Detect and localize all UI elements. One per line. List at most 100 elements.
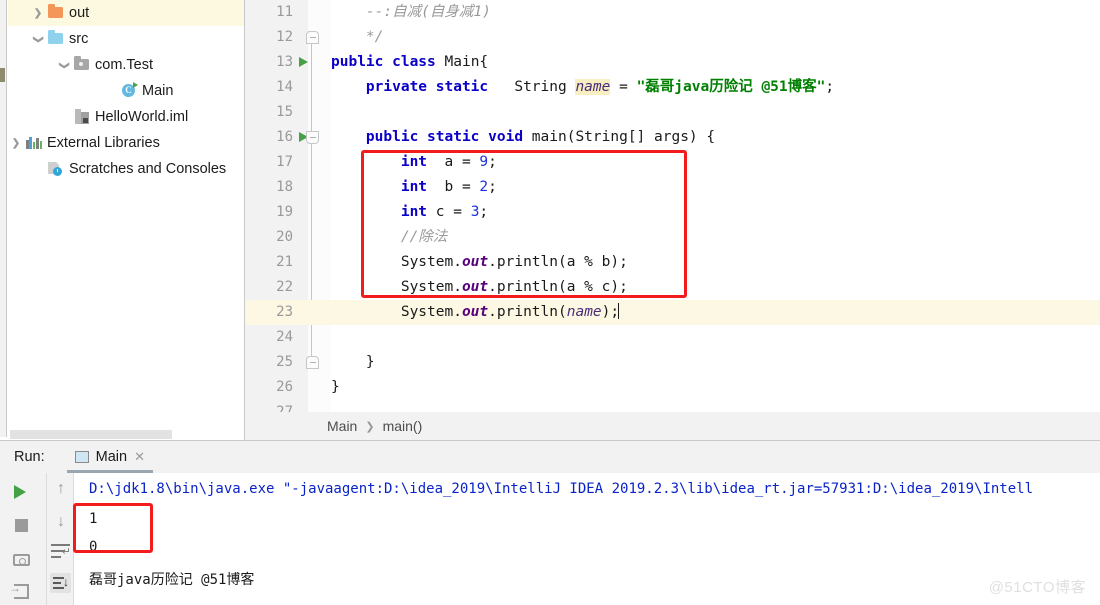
java-class-icon: C: [122, 82, 138, 97]
console-line: 磊哥java历险记 @51博客: [89, 572, 255, 588]
tree-item-external-libraries[interactable]: External Libraries: [8, 130, 244, 156]
code-text: int b = 2;: [331, 179, 497, 195]
scroll-to-end-button[interactable]: [50, 573, 71, 593]
code-text: System.out.println(a % b);: [331, 254, 628, 270]
code-text: }: [331, 354, 375, 370]
idea-window: out src com.Test C Main HelloWorld.iml Externa…: [0, 0, 1100, 605]
code-fold-toggle[interactable]: [306, 131, 319, 144]
code-text: */: [331, 29, 384, 45]
console-line: D:\jdk1.8\bin\java.exe "-javaagent:D:\id…: [89, 481, 1034, 497]
run-tool-window: Run: Main ✕ ↑ ↓: [0, 440, 1100, 605]
run-actions-sidebar: [0, 473, 47, 605]
line-number: 25: [276, 354, 293, 370]
scroll-down-button[interactable]: ↓: [52, 511, 70, 533]
line-number: 11: [276, 4, 293, 20]
run-gutter-icon[interactable]: [299, 57, 308, 67]
tree-item-main[interactable]: C Main: [8, 78, 244, 104]
import-button[interactable]: [9, 579, 35, 603]
editor-line-17[interactable]: 17 int a = 9;: [245, 150, 1100, 175]
editor-line-23[interactable]: 23 System.out.println(name);: [245, 300, 1100, 325]
console-line: 0: [89, 539, 98, 555]
code-fold-toggle[interactable]: [306, 356, 319, 369]
editor-line-21[interactable]: 21 System.out.println(a % b);: [245, 250, 1100, 275]
editor-line-11[interactable]: 11 --:自减(自身减1): [245, 0, 1100, 25]
screenshot-button[interactable]: [11, 547, 35, 571]
code-text: private static String name = "磊哥java历险记 …: [331, 79, 835, 95]
run-button[interactable]: [11, 479, 35, 503]
no-arrow-spacer: [103, 78, 119, 104]
chevron-right-icon[interactable]: [8, 130, 24, 156]
console-line: 1: [89, 511, 98, 527]
console-icon: [74, 451, 89, 463]
soft-wrap-button[interactable]: [51, 543, 71, 561]
folder-package-icon: [74, 56, 89, 70]
code-text: int a = 9;: [331, 154, 497, 170]
editor-line-16[interactable]: 16 public static void main(String[] args…: [245, 125, 1100, 150]
editor-line-24[interactable]: 24: [245, 325, 1100, 350]
line-number: 15: [276, 104, 293, 120]
line-number: 16: [276, 129, 293, 145]
editor-line-27[interactable]: 27: [245, 400, 1100, 412]
editor-line-13[interactable]: 13 public class Main{: [245, 50, 1100, 75]
chevron-down-icon[interactable]: [30, 26, 46, 52]
editor-line-26[interactable]: 26}: [245, 375, 1100, 400]
tree-item-label: External Libraries: [47, 135, 160, 151]
console-output[interactable]: D:\jdk1.8\bin\java.exe "-javaagent:D:\id…: [75, 473, 1100, 605]
line-number: 18: [276, 179, 293, 195]
editor-line-22[interactable]: 22 System.out.println(a % c);: [245, 275, 1100, 300]
run-tab-main[interactable]: Main ✕: [66, 441, 154, 473]
line-number: 14: [276, 79, 293, 95]
chevron-down-icon[interactable]: [56, 52, 72, 78]
breadcrumb-class[interactable]: Main: [327, 418, 357, 434]
run-tab-label: Main: [95, 449, 128, 465]
stop-button[interactable]: [11, 513, 35, 537]
text-caret: [618, 303, 620, 319]
line-number: 13: [276, 54, 293, 70]
editor-line-19[interactable]: 19 int c = 3;: [245, 200, 1100, 225]
module-file-icon: [75, 109, 89, 124]
editor-line-25[interactable]: 25 }: [245, 350, 1100, 375]
arrow-into-icon: [9, 581, 29, 599]
scroll-up-button[interactable]: ↑: [52, 478, 70, 500]
libraries-icon: [26, 137, 43, 149]
line-number: 22: [276, 279, 293, 295]
line-number: 23: [276, 304, 293, 320]
line-number: 21: [276, 254, 293, 270]
tree-item-label: HelloWorld.iml: [95, 109, 189, 125]
tree-item-label: com.Test: [95, 57, 154, 73]
editor-line-14[interactable]: 14 private static String name = "磊哥java历…: [245, 75, 1100, 100]
line-number: 24: [276, 329, 293, 345]
tree-item-com-test[interactable]: com.Test: [8, 52, 244, 78]
editor-line-12[interactable]: 12 */: [245, 25, 1100, 50]
no-arrow-spacer: [56, 104, 72, 130]
editor-line-15[interactable]: 15: [245, 100, 1100, 125]
code-text: }: [331, 379, 340, 395]
tree-item-helloworld-iml[interactable]: HelloWorld.iml: [8, 104, 244, 130]
chevron-right-icon[interactable]: [30, 0, 46, 26]
run-label: Run:: [14, 449, 45, 465]
line-number: 17: [276, 154, 293, 170]
no-arrow-spacer: [30, 156, 46, 182]
scrollbar-thumb[interactable]: [10, 430, 172, 439]
scratches-icon: [48, 162, 64, 176]
stop-icon: [15, 519, 28, 532]
tree-item-scratches-and-consoles[interactable]: Scratches and Consoles: [8, 156, 244, 182]
code-text: int c = 3;: [331, 204, 489, 220]
tree-item-out[interactable]: out: [8, 0, 244, 26]
project-tree-hscrollbar[interactable]: [8, 429, 244, 440]
tool-window-bar[interactable]: [0, 0, 7, 437]
breadcrumb-method[interactable]: main(): [383, 418, 423, 434]
editor-line-20[interactable]: 20 //除法: [245, 225, 1100, 250]
tree-item-label: src: [69, 31, 89, 47]
project-tree[interactable]: out src com.Test C Main HelloWorld.iml Externa…: [8, 0, 244, 425]
editor-line-18[interactable]: 18 int b = 2;: [245, 175, 1100, 200]
breadcrumb[interactable]: Main ❯ main(): [245, 412, 1100, 440]
code-text: public static void main(String[] args) {: [331, 129, 716, 145]
folder-orange-icon: [48, 4, 63, 18]
close-icon[interactable]: ✕: [134, 449, 145, 465]
tree-item-src[interactable]: src: [8, 26, 244, 52]
code-fold-toggle[interactable]: [306, 31, 319, 44]
chevron-right-icon: ❯: [365, 420, 375, 433]
code-editor[interactable]: 11 --:自减(自身减1) 12 */13 public class Main{1…: [245, 0, 1100, 412]
code-text: public class Main{: [331, 54, 489, 70]
